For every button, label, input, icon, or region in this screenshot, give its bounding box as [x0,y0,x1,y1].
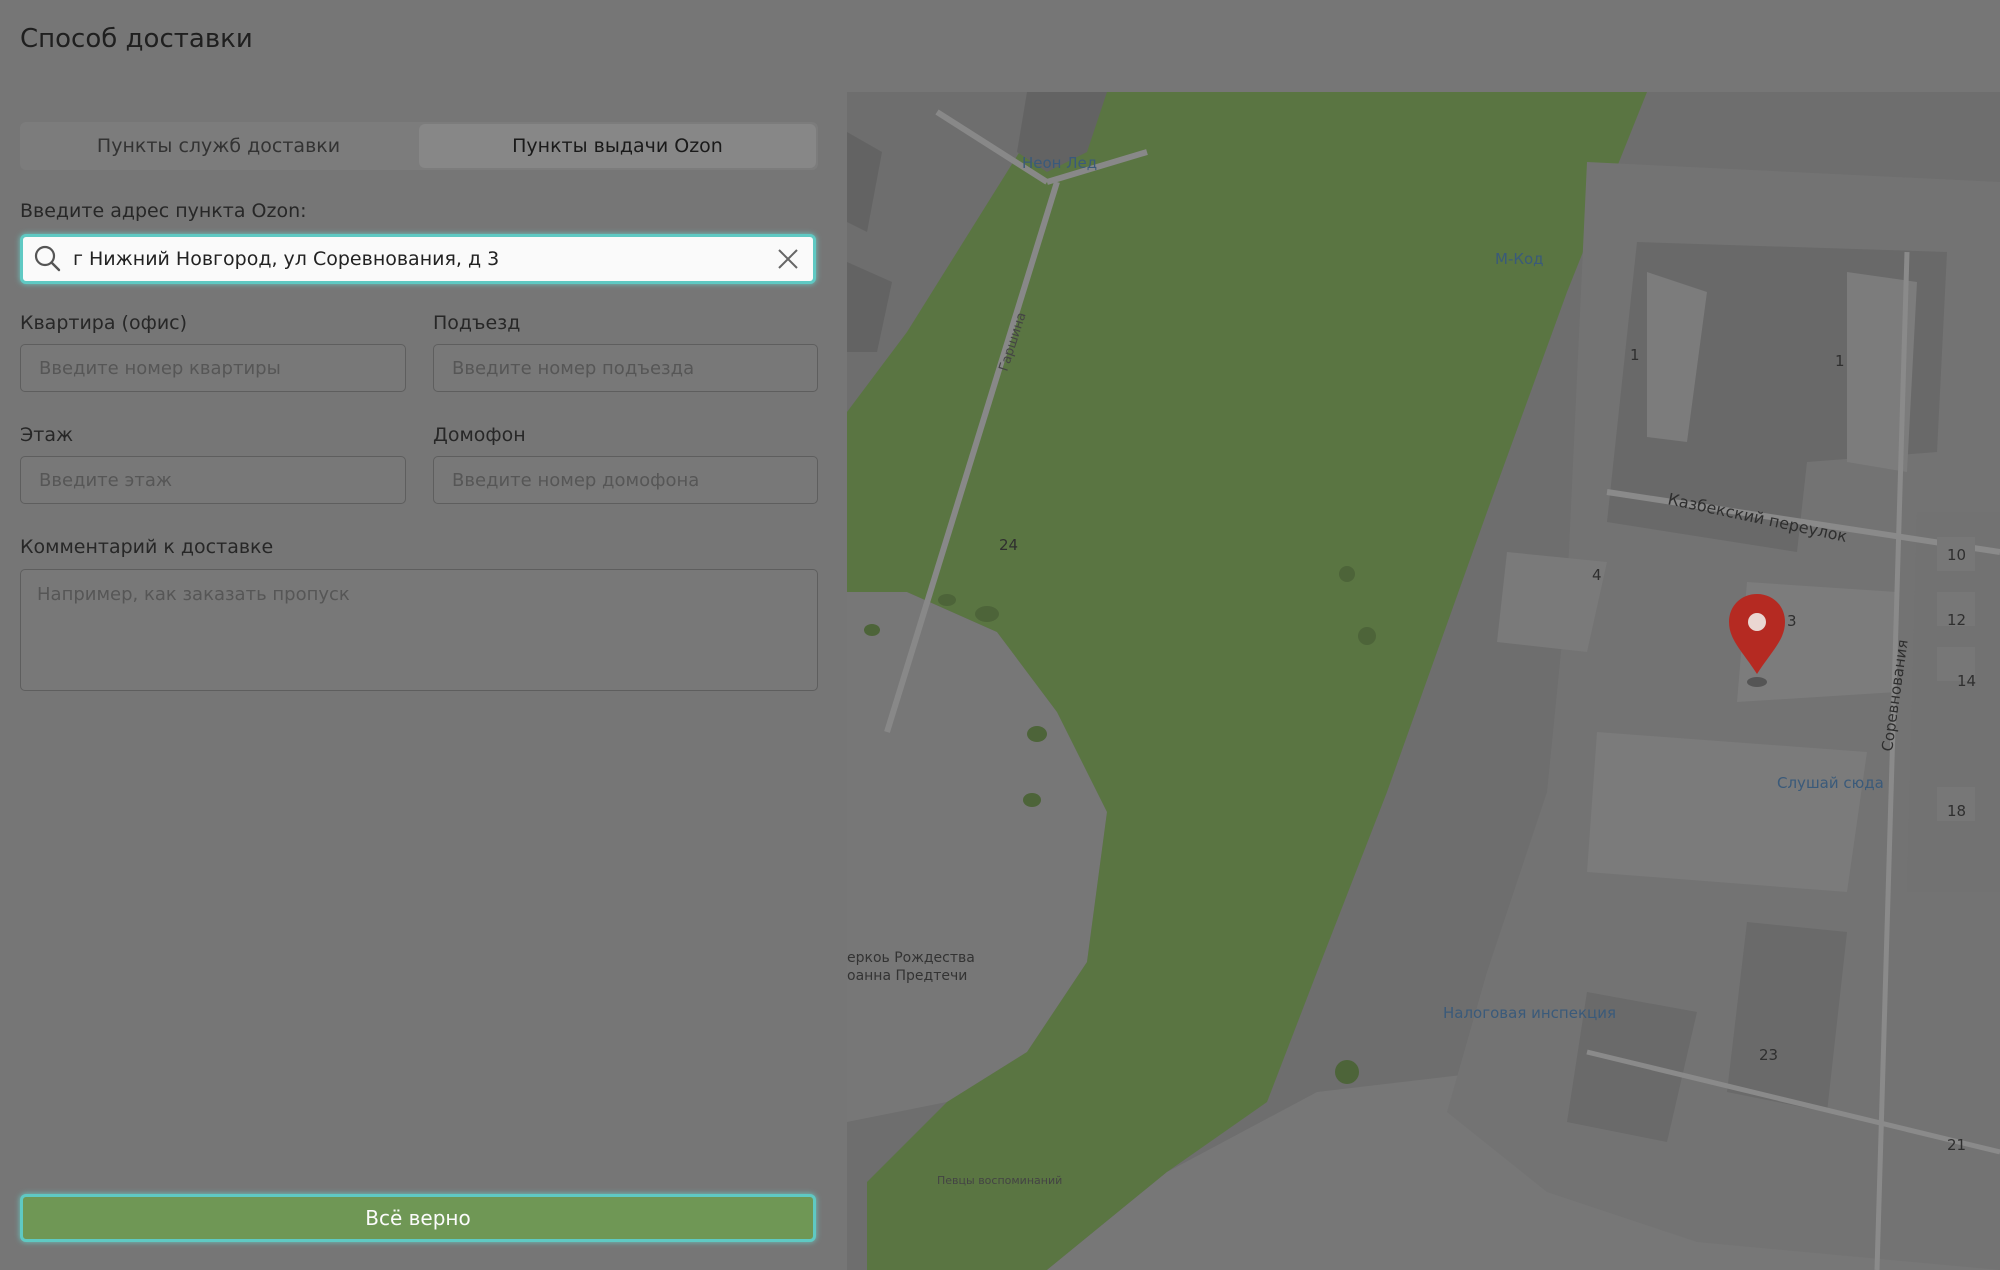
tab-ozon-pickup-points[interactable]: Пункты выдачи Ozon [419,124,816,168]
building-number: 1 [1835,352,1845,370]
floor-label: Этаж [20,424,74,446]
entrance-input[interactable] [450,356,801,380]
poi-label: еркоь Рождества [847,950,975,966]
building-number: 23 [1759,1046,1778,1064]
intercom-input[interactable] [450,468,801,492]
apartment-field[interactable] [20,344,406,392]
confirm-button[interactable]: Всё верно [20,1194,816,1242]
poi-label: Певцы воспоминаний [937,1174,1062,1187]
poi-label: Слушай сюда [1777,774,1884,792]
building-number: 14 [1957,672,1976,690]
search-icon [23,237,73,281]
comment-textarea[interactable] [21,570,817,690]
address-search-field[interactable] [20,234,816,284]
poi-label: Налоговая инспекция [1443,1004,1616,1022]
building-number: 1 [1630,346,1640,364]
floor-field[interactable] [20,456,406,504]
close-icon[interactable] [763,237,813,281]
map-view[interactable]: Неон Лед М-Код Гаршина Казбекский переул… [847,92,2000,1270]
poi-label: М-Код [1495,250,1544,268]
building-number: 24 [999,536,1018,554]
comment-field[interactable] [20,569,818,691]
tab-delivery-services[interactable]: Пункты служб доставки [20,122,417,170]
delivery-type-tabs: Пункты служб доставки Пункты выдачи Ozon [20,122,818,170]
building-number: 10 [1947,546,1966,564]
building-number: 4 [1592,566,1602,584]
building-number: 18 [1947,802,1966,820]
entrance-field[interactable] [433,344,818,392]
floor-input[interactable] [37,468,389,492]
address-label: Введите адрес пункта Ozon: [20,200,307,222]
poi-label: оанна Предтечи [847,968,967,984]
poi-label: Неон Лед [1022,154,1097,172]
entrance-label: Подъезд [433,312,521,334]
map-canvas[interactable]: Неон Лед М-Код Гаршина Казбекский переул… [847,92,2000,1270]
apartment-label: Квартира (офис) [20,312,188,334]
building-number: 21 [1947,1136,1966,1154]
intercom-label: Домофон [433,424,526,446]
apartment-input[interactable] [37,356,389,380]
comment-label: Комментарий к доставке [20,536,274,558]
building-number: 12 [1947,611,1966,629]
page-title: Способ доставки [20,24,253,54]
building-number: 3 [1787,612,1797,630]
intercom-field[interactable] [433,456,818,504]
address-search-input[interactable] [73,248,763,270]
